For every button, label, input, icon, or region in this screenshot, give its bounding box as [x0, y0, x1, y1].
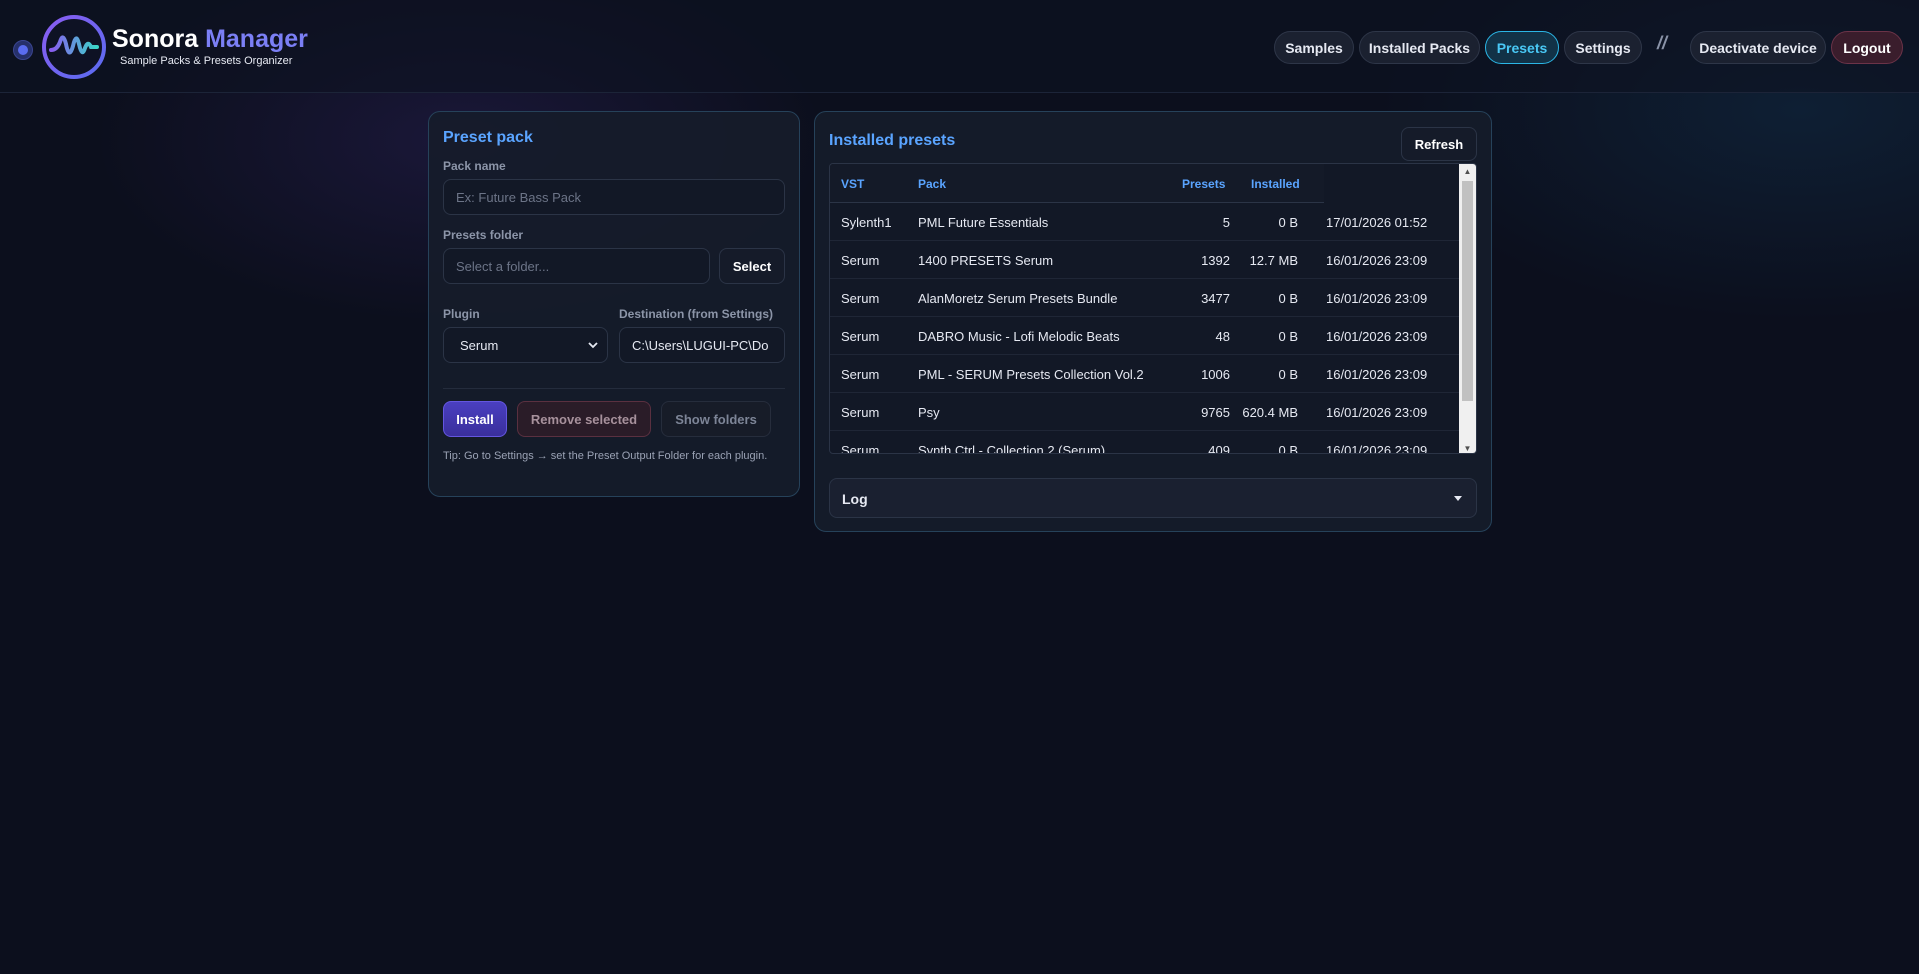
remove-selected-button[interactable]: Remove selected: [517, 401, 651, 437]
log-toggle[interactable]: Log: [829, 478, 1477, 518]
brand-primary: Sonora: [112, 25, 199, 53]
show-folders-button[interactable]: Show folders: [661, 401, 771, 437]
preset-pack-title: Preset pack: [443, 129, 533, 146]
cell-vst: Serum: [841, 443, 880, 454]
pack-name-input[interactable]: [443, 179, 785, 215]
column-header-vst[interactable]: VST: [841, 177, 864, 191]
nav-presets[interactable]: Presets: [1485, 31, 1559, 64]
presets-folder-label: Presets folder: [443, 228, 524, 242]
cell-size: 0 B: [1278, 443, 1298, 454]
cell-size: 12.7 MB: [1249, 253, 1298, 268]
refresh-button[interactable]: Refresh: [1401, 127, 1477, 161]
cell-presets: 1006: [1201, 367, 1230, 382]
cell-installed: 16/01/2026 23:09: [1326, 329, 1428, 344]
nav-installed-packs[interactable]: Installed Packs: [1359, 31, 1480, 64]
chevron-down-icon: [588, 342, 598, 349]
scroll-thumb[interactable]: [1462, 181, 1473, 401]
table-row[interactable]: Serum AlanMoretz Serum Presets Bundle 3477…: [830, 279, 1461, 317]
brand-tagline: Sample Packs & Presets Organizer: [120, 55, 293, 67]
cell-presets: 5: [1222, 215, 1230, 230]
nav-settings[interactable]: Settings: [1564, 31, 1642, 64]
cell-size: 0 B: [1278, 291, 1298, 306]
scroll-down-arrow-icon[interactable]: ▼: [1459, 441, 1476, 453]
nav-separator: //: [1657, 33, 1668, 53]
nav-samples[interactable]: Samples: [1274, 31, 1354, 64]
brand-accent: Manager: [205, 25, 308, 53]
cell-vst: Serum: [841, 253, 880, 268]
status-dot-icon: [13, 40, 33, 60]
installed-presets-title: Installed presets: [829, 132, 956, 149]
table-row[interactable]: Serum DABRO Music - Lofi Melodic Beats 48 0…: [830, 317, 1461, 355]
cell-vst: Sylenth1: [841, 215, 892, 230]
cell-pack: PML - SERUM Presets Collection Vol.2: [918, 367, 1144, 382]
brand-name: Sonora Manager: [112, 25, 308, 54]
cell-vst: Serum: [841, 367, 880, 382]
cell-presets: 3477: [1201, 291, 1230, 306]
column-header-presets[interactable]: Presets: [1182, 177, 1225, 191]
presets-folder-input[interactable]: [443, 248, 710, 284]
pack-name-label: Pack name: [443, 159, 506, 173]
install-button[interactable]: Install: [443, 401, 507, 437]
cell-pack: 1400 PRESETS Serum: [918, 253, 1054, 268]
column-header-installed[interactable]: Installed: [1251, 177, 1300, 191]
plugin-select[interactable]: Serum: [443, 327, 608, 363]
table-row[interactable]: Serum 1400 PRESETS Serum 1392 12.7 MB 16/01/…: [830, 241, 1461, 279]
app-header: Sonora Manager Sample Packs & Presets Or…: [0, 0, 1919, 93]
destination-input[interactable]: [619, 327, 785, 363]
caret-down-icon: [1454, 496, 1462, 501]
installed-presets-table: VST Pack Presets Installed Sylenth1 PML F…: [829, 163, 1477, 454]
cell-installed: 16/01/2026 23:09: [1326, 367, 1428, 382]
plugin-select-value: Serum: [460, 337, 499, 353]
settings-tip: Tip: Go to Settings → set the Preset Out…: [443, 450, 768, 462]
cell-presets: 409: [1208, 443, 1230, 454]
scroll-up-arrow-icon[interactable]: ▲: [1459, 164, 1476, 178]
deactivate-device-button[interactable]: Deactivate device: [1690, 31, 1826, 64]
plugin-label: Plugin: [443, 307, 480, 321]
cell-pack: DABRO Music - Lofi Melodic Beats: [918, 329, 1120, 344]
cell-installed: 16/01/2026 23:09: [1326, 253, 1428, 268]
cell-pack: Psy: [918, 405, 940, 420]
cell-installed: 17/01/2026 01:52: [1326, 215, 1428, 230]
destination-label: Destination (from Settings): [619, 307, 774, 321]
sonora-logo-icon: [42, 15, 106, 79]
logout-button[interactable]: Logout: [1831, 31, 1903, 64]
cell-size: 620.4 MB: [1242, 405, 1298, 420]
cell-presets: 1392: [1201, 253, 1230, 268]
table-header: VST Pack Presets Installed: [830, 164, 1324, 203]
log-label: Log: [842, 491, 868, 507]
cell-installed: 16/01/2026 23:09: [1326, 443, 1428, 454]
cell-presets: 48: [1215, 329, 1230, 344]
select-folder-button[interactable]: Select: [719, 248, 785, 284]
form-divider: [443, 388, 785, 389]
cell-pack: PML Future Essentials: [918, 215, 1049, 230]
cell-size: 0 B: [1278, 367, 1298, 382]
table-row[interactable]: Serum PML - SERUM Presets Collection Vol.…: [830, 355, 1461, 393]
column-header-pack[interactable]: Pack: [918, 177, 946, 191]
table-row[interactable]: Serum Psy 9765 620.4 MB 16/01/2026 23:09: [830, 393, 1461, 431]
cell-pack: AlanMoretz Serum Presets Bundle: [918, 291, 1118, 306]
cell-size: 0 B: [1278, 329, 1298, 344]
cell-vst: Serum: [841, 329, 880, 344]
cell-installed: 16/01/2026 23:09: [1326, 405, 1428, 420]
table-scrollbar[interactable]: ▲ ▼: [1459, 164, 1476, 453]
cell-pack: Synth Ctrl - Collection 2 (Serum): [918, 443, 1106, 454]
cell-vst: Serum: [841, 291, 880, 306]
cell-presets: 9765: [1201, 405, 1230, 420]
cell-installed: 16/01/2026 23:09: [1326, 291, 1428, 306]
table-row[interactable]: Sylenth1 PML Future Essentials 5 0 B 17/01/2…: [830, 203, 1461, 241]
cell-size: 0 B: [1278, 215, 1298, 230]
cell-vst: Serum: [841, 405, 880, 420]
table-row[interactable]: Serum Synth Ctrl - Collection 2 (Serum) 40…: [830, 431, 1461, 454]
